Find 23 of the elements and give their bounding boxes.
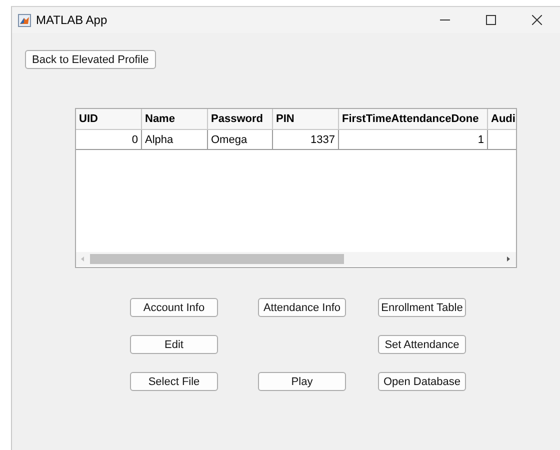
column-header[interactable]: PIN bbox=[273, 109, 339, 130]
action-button[interactable]: Set Attendance bbox=[378, 335, 466, 354]
table-cell: 1 bbox=[339, 130, 488, 150]
table-cell: 0 bbox=[76, 130, 142, 150]
table-cell: Omega bbox=[208, 130, 273, 150]
back-button[interactable]: Back to Elevated Profile bbox=[25, 50, 156, 69]
column-header[interactable]: UID bbox=[76, 109, 142, 130]
action-button[interactable]: Play bbox=[258, 372, 346, 391]
action-button[interactable]: Enrollment Table bbox=[378, 298, 466, 317]
column-header[interactable]: Name bbox=[142, 109, 208, 130]
table-cell: 1337 bbox=[273, 130, 339, 150]
action-button[interactable]: Open Database bbox=[378, 372, 466, 391]
action-button[interactable]: Select File bbox=[130, 372, 218, 391]
action-button[interactable]: Attendance Info bbox=[258, 298, 346, 317]
app-logo-icon bbox=[18, 14, 31, 26]
column-header[interactable]: Audi bbox=[488, 109, 516, 130]
horizontal-scrollbar[interactable] bbox=[76, 252, 516, 266]
table-cell: Alpha bbox=[142, 130, 208, 150]
column-header[interactable]: FirstTimeAttendanceDone bbox=[339, 109, 488, 130]
column-header[interactable]: Password bbox=[208, 109, 273, 130]
window-title: MATLAB App bbox=[36, 13, 108, 27]
action-button[interactable]: Account Info bbox=[130, 298, 218, 317]
action-button[interactable]: Edit bbox=[130, 335, 218, 354]
